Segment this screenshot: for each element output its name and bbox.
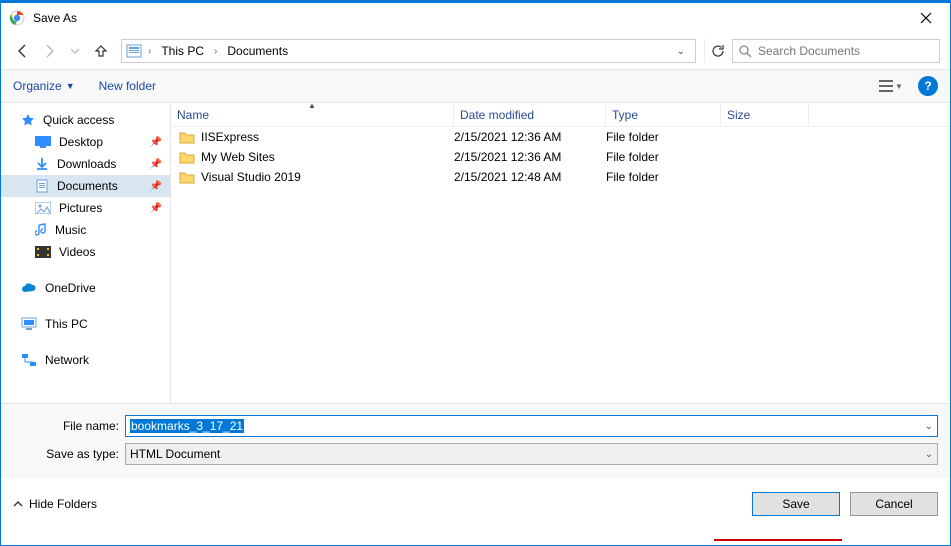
close-button[interactable] bbox=[910, 2, 942, 34]
pin-icon: 📌 bbox=[150, 137, 162, 148]
main-area: Quick access Desktop 📌 Downloads 📌 Docum… bbox=[1, 103, 950, 403]
pin-icon: 📌 bbox=[150, 181, 162, 192]
breadcrumb-current[interactable]: Documents bbox=[223, 42, 292, 60]
back-button[interactable] bbox=[11, 39, 35, 63]
recent-dropdown-button[interactable] bbox=[63, 39, 87, 63]
filename-input[interactable]: bookmarks_3_17_21 ⌄ bbox=[125, 415, 938, 437]
star-icon bbox=[21, 113, 35, 127]
network-icon bbox=[21, 353, 37, 367]
new-folder-button[interactable]: New folder bbox=[99, 79, 156, 93]
download-icon bbox=[35, 157, 49, 171]
file-list: Name ▲ Date modified Type Size IISExpres… bbox=[171, 103, 950, 403]
view-mode-button[interactable]: ▼ bbox=[874, 75, 908, 97]
chrome-icon bbox=[9, 10, 25, 26]
pictures-icon bbox=[35, 202, 51, 214]
help-button[interactable]: ? bbox=[918, 76, 938, 96]
desktop-icon bbox=[35, 136, 51, 148]
bottom-panel: File name: bookmarks_3_17_21 ⌄ Save as t… bbox=[1, 403, 950, 478]
column-name[interactable]: Name ▲ bbox=[171, 103, 454, 126]
column-type[interactable]: Type bbox=[606, 103, 721, 126]
chevron-right-icon: › bbox=[214, 46, 217, 57]
search-placeholder: Search Documents bbox=[758, 44, 860, 58]
pin-icon: 📌 bbox=[150, 159, 162, 170]
annotation-underline bbox=[714, 539, 842, 541]
search-input[interactable]: Search Documents bbox=[732, 39, 940, 63]
file-row[interactable]: Visual Studio 2019 2/15/2021 12:48 AM Fi… bbox=[171, 167, 950, 187]
title-bar: Save As bbox=[1, 1, 950, 33]
footer: Hide Folders Save Cancel bbox=[1, 478, 950, 526]
chevron-down-icon[interactable]: ⌄ bbox=[925, 449, 933, 460]
search-icon bbox=[739, 45, 752, 58]
organize-button[interactable]: Organize ▼ bbox=[13, 79, 75, 93]
column-size[interactable]: Size bbox=[721, 103, 809, 126]
chevron-down-icon: ▼ bbox=[895, 82, 903, 91]
column-date[interactable]: Date modified bbox=[454, 103, 606, 126]
folder-icon bbox=[179, 150, 195, 164]
cloud-icon bbox=[21, 282, 37, 294]
nav-row: › This PC › Documents ⌄ Search Documents bbox=[1, 33, 950, 69]
sidebar-thispc[interactable]: This PC bbox=[1, 313, 170, 335]
window-title: Save As bbox=[33, 11, 77, 25]
sidebar-item-documents[interactable]: Documents 📌 bbox=[1, 175, 170, 197]
sidebar: Quick access Desktop 📌 Downloads 📌 Docum… bbox=[1, 103, 171, 403]
document-icon bbox=[35, 179, 49, 193]
toolbar: Organize ▼ New folder ▼ ? bbox=[1, 69, 950, 103]
chevron-down-icon[interactable]: ⌄ bbox=[925, 421, 933, 432]
refresh-button[interactable] bbox=[704, 39, 730, 63]
chevron-right-icon: › bbox=[148, 46, 151, 57]
sidebar-item-pictures[interactable]: Pictures 📌 bbox=[1, 197, 170, 219]
music-icon bbox=[35, 223, 47, 237]
sidebar-item-desktop[interactable]: Desktop 📌 bbox=[1, 131, 170, 153]
filename-label: File name: bbox=[13, 419, 125, 433]
folder-icon bbox=[179, 130, 195, 144]
sidebar-network[interactable]: Network bbox=[1, 349, 170, 371]
sidebar-item-music[interactable]: Music bbox=[1, 219, 170, 241]
save-button[interactable]: Save bbox=[752, 492, 840, 516]
chevron-down-icon: ▼ bbox=[66, 81, 75, 91]
up-button[interactable] bbox=[89, 39, 113, 63]
sidebar-item-videos[interactable]: Videos bbox=[1, 241, 170, 263]
address-dropdown-icon[interactable]: ⌄ bbox=[671, 44, 691, 59]
sidebar-item-downloads[interactable]: Downloads 📌 bbox=[1, 153, 170, 175]
sidebar-quick-access[interactable]: Quick access bbox=[1, 109, 170, 131]
sort-ascending-icon: ▲ bbox=[308, 101, 316, 110]
folder-icon bbox=[179, 170, 195, 184]
saveastype-combo[interactable]: HTML Document ⌄ bbox=[125, 443, 938, 465]
pc-icon bbox=[21, 317, 37, 331]
pin-icon: 📌 bbox=[150, 203, 162, 214]
address-bar[interactable]: › This PC › Documents ⌄ bbox=[121, 39, 696, 63]
forward-button[interactable] bbox=[37, 39, 61, 63]
folder-icon bbox=[126, 43, 142, 59]
file-row[interactable]: IISExpress 2/15/2021 12:36 AM File folde… bbox=[171, 127, 950, 147]
cancel-button[interactable]: Cancel bbox=[850, 492, 938, 516]
videos-icon bbox=[35, 246, 51, 258]
column-headers: Name ▲ Date modified Type Size bbox=[171, 103, 950, 127]
breadcrumb-thispc[interactable]: This PC bbox=[157, 42, 208, 60]
sidebar-onedrive[interactable]: OneDrive bbox=[1, 277, 170, 299]
chevron-up-icon bbox=[13, 499, 23, 509]
file-row[interactable]: My Web Sites 2/15/2021 12:36 AM File fol… bbox=[171, 147, 950, 167]
hide-folders-button[interactable]: Hide Folders bbox=[13, 497, 97, 511]
saveastype-label: Save as type: bbox=[13, 447, 125, 461]
